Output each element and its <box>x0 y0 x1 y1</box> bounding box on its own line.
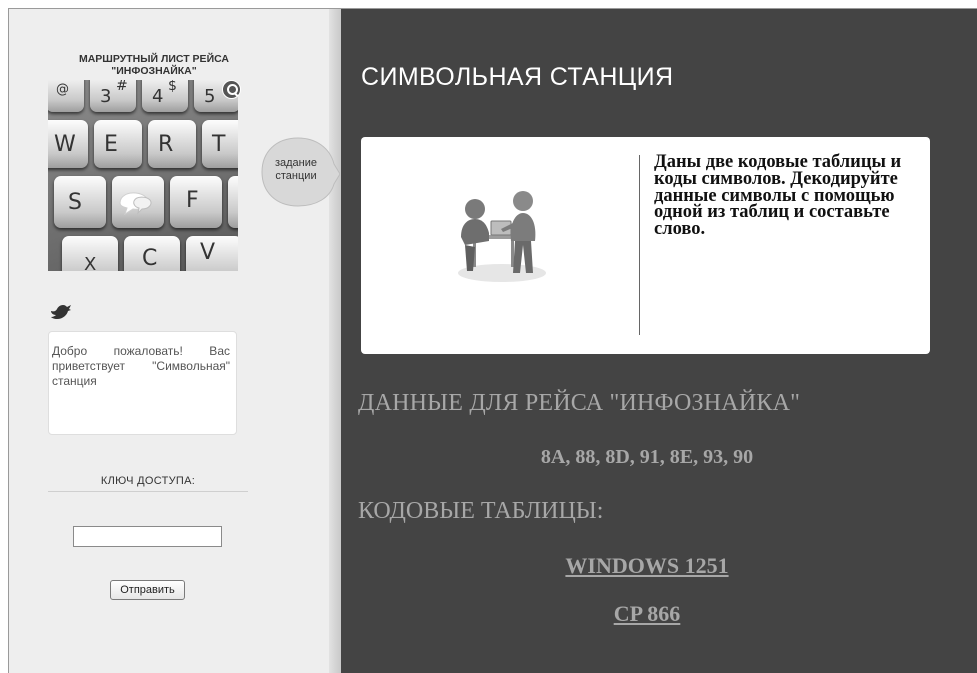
key: X <box>62 236 118 271</box>
symbol-codes: 8A, 88, 8D, 91, 8E, 93, 90 <box>540 446 754 468</box>
welcome-message: Добро пожаловать! Вас приветствует "Симв… <box>48 331 237 435</box>
task-description: Даны две кодовые таблицы и коды символов… <box>654 152 902 240</box>
code-tables-heading: КОДОВЫЕ ТАБЛИЦЫ: <box>358 498 604 524</box>
key: C <box>124 236 180 271</box>
task-card: Даны две кодовые таблицы и коды символов… <box>361 137 930 354</box>
key: R <box>148 120 196 168</box>
flight-data-heading: ДАННЫЕ ДЛЯ РЕЙСА "ИНФОЗНАЙКА" <box>358 390 801 416</box>
meeting-people-icon <box>458 191 546 282</box>
keyboard-image: @ 3 # 4 $ 5 W E R T S F X C V <box>48 80 238 271</box>
key <box>228 176 238 228</box>
chat-icon <box>119 192 152 216</box>
access-key-label: КЛЮЧ ДОСТУПА: <box>100 475 196 487</box>
key: 4 $ <box>142 80 188 112</box>
station-task-label: задание станции <box>274 157 318 182</box>
page-title: СИМВОЛЬНАЯ СТАНЦИЯ <box>361 63 674 91</box>
key: @ <box>48 80 84 112</box>
key: E <box>94 120 142 168</box>
key: F <box>170 176 222 228</box>
key: 3 # <box>90 80 136 112</box>
divider <box>48 491 248 492</box>
search-icon[interactable] <box>222 80 241 99</box>
windows-1251-link[interactable]: WINDOWS 1251 <box>361 553 933 579</box>
cp-866-link[interactable]: CP 866 <box>361 601 933 627</box>
key: S <box>54 176 106 228</box>
bird-icon <box>51 305 71 319</box>
key: T <box>202 120 238 168</box>
card-divider <box>639 155 640 335</box>
route-sheet-title: МАРШРУТНЫЙ ЛИСТ РЕЙСА "ИНФОЗНАЙКА" <box>78 53 230 77</box>
key: V <box>186 236 238 271</box>
access-key-input[interactable] <box>73 526 222 547</box>
key: W <box>48 120 88 168</box>
sidebar-edge <box>329 9 341 673</box>
submit-button[interactable]: Отправить <box>110 580 185 600</box>
